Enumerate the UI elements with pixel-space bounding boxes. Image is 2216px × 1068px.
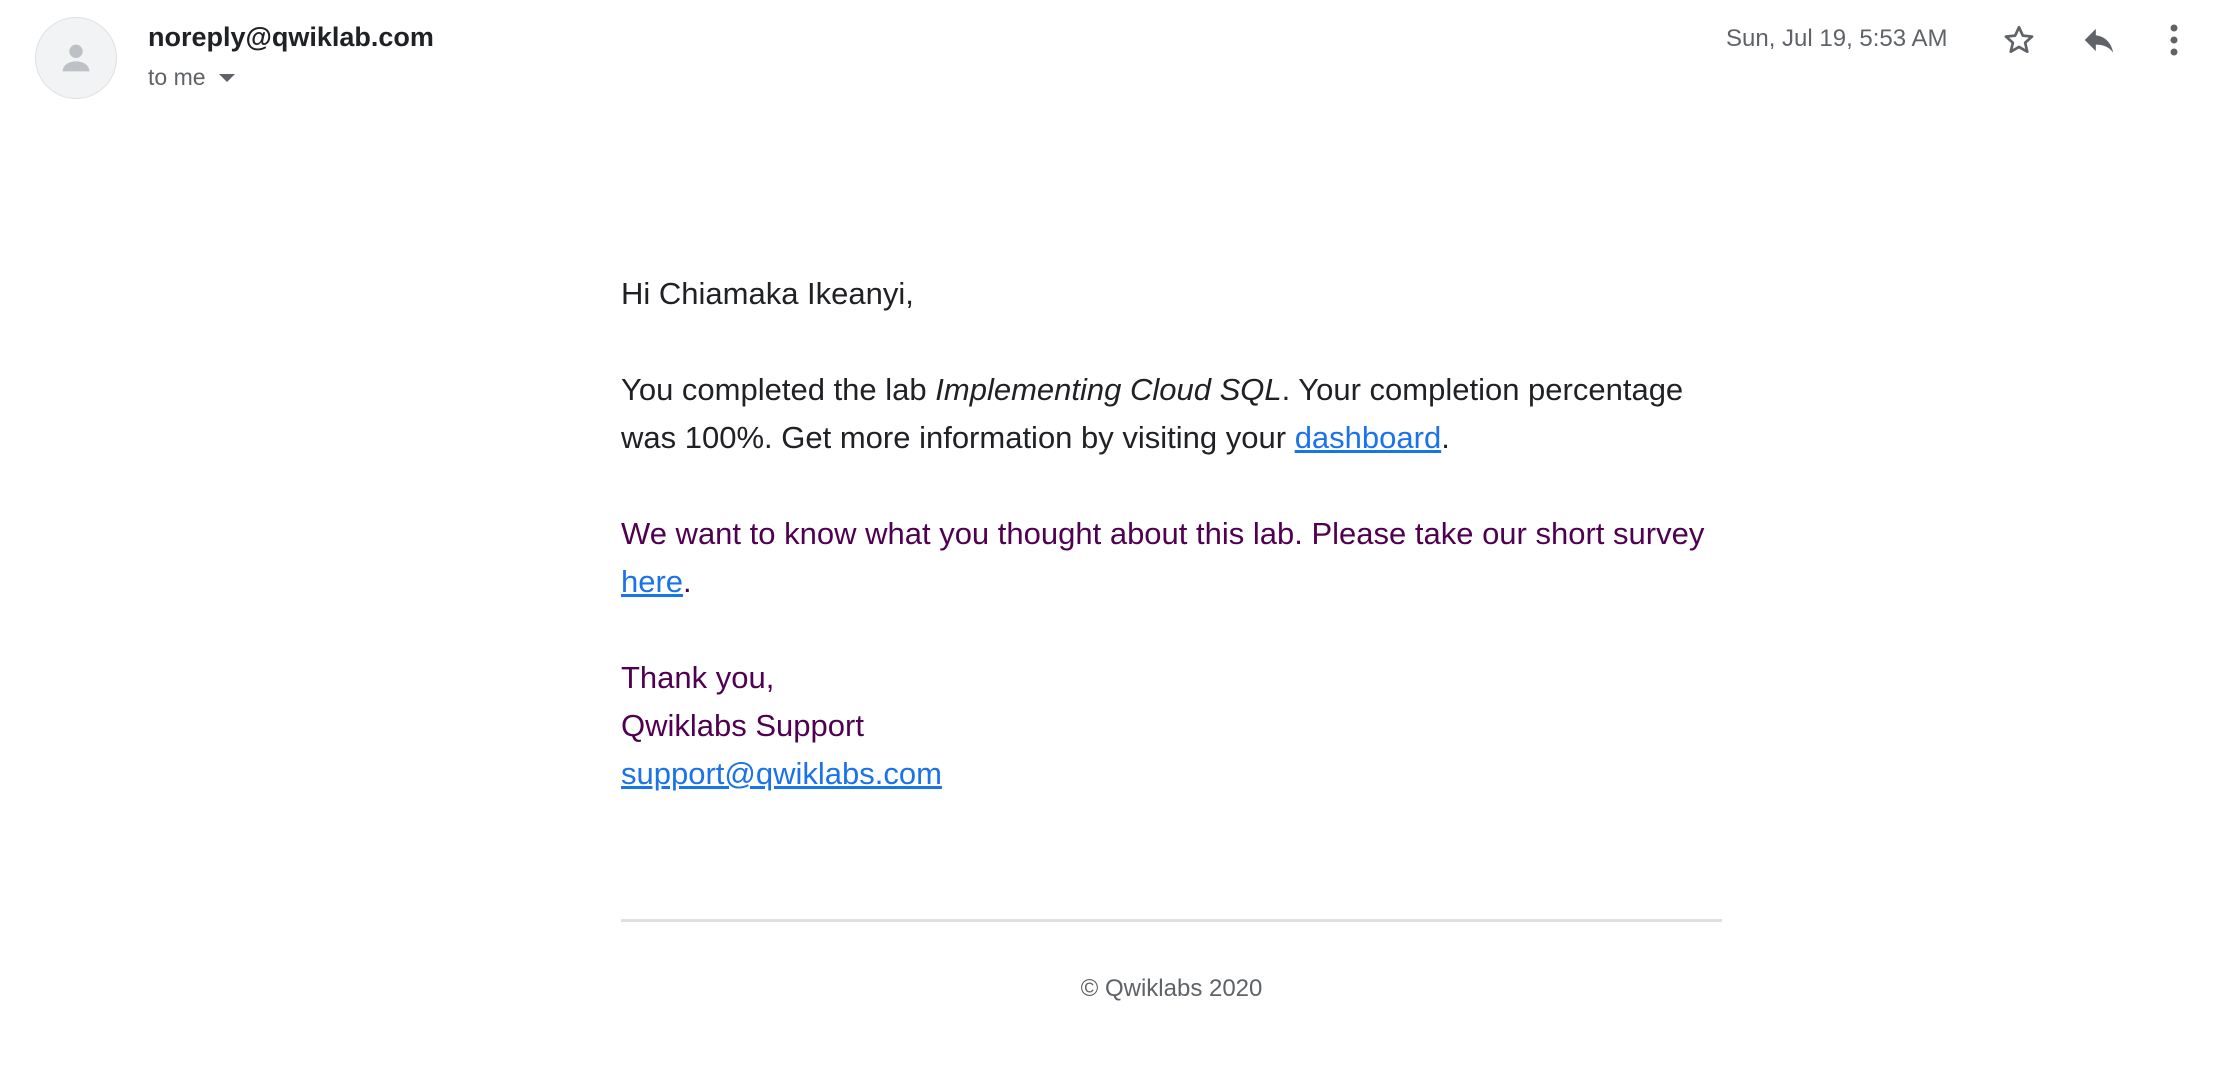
- survey-link[interactable]: here: [621, 564, 683, 599]
- sender-email: noreply@qwiklab.com: [148, 22, 434, 52]
- greeting: Hi Chiamaka Ikeanyi,: [621, 276, 914, 311]
- chevron-down-icon: [218, 73, 235, 82]
- recipient-toggle[interactable]: to me: [148, 64, 236, 91]
- survey-paragraph: We want to know what you thought about t…: [621, 510, 1731, 606]
- recipient-label: to me: [148, 64, 206, 90]
- completion-text-end: .: [1441, 420, 1450, 455]
- completion-paragraph: You completed the lab Implementing Cloud…: [621, 366, 1731, 462]
- more-vert-icon[interactable]: [2150, 16, 2198, 64]
- survey-text-end: .: [683, 564, 692, 599]
- avatar-icon: [62, 44, 90, 72]
- survey-text: We want to know what you thought about t…: [621, 516, 1705, 551]
- signature: Qwiklabs Support: [621, 708, 864, 743]
- reply-icon[interactable]: [2075, 16, 2123, 64]
- star-icon[interactable]: [1995, 16, 2043, 64]
- lab-name: Implementing Cloud SQL: [935, 372, 1282, 407]
- footer-copyright: © Qwiklabs 2020: [1080, 975, 1263, 1002]
- dashboard-link[interactable]: dashboard: [1295, 420, 1442, 455]
- sender-avatar[interactable]: [35, 17, 117, 99]
- email-view: noreply@qwiklab.com to me Sun, Jul 19, 5…: [0, 0, 2216, 1068]
- signoff: Thank you,: [621, 660, 775, 695]
- email-body: Hi Chiamaka Ikeanyi, You completed the l…: [621, 270, 1731, 798]
- footer-divider: [621, 919, 1722, 922]
- completion-text-start: You completed the lab: [621, 372, 936, 407]
- support-email-link[interactable]: support@qwiklabs.com: [621, 756, 942, 791]
- email-date: Sun, Jul 19, 5:53 AM: [1726, 25, 1948, 52]
